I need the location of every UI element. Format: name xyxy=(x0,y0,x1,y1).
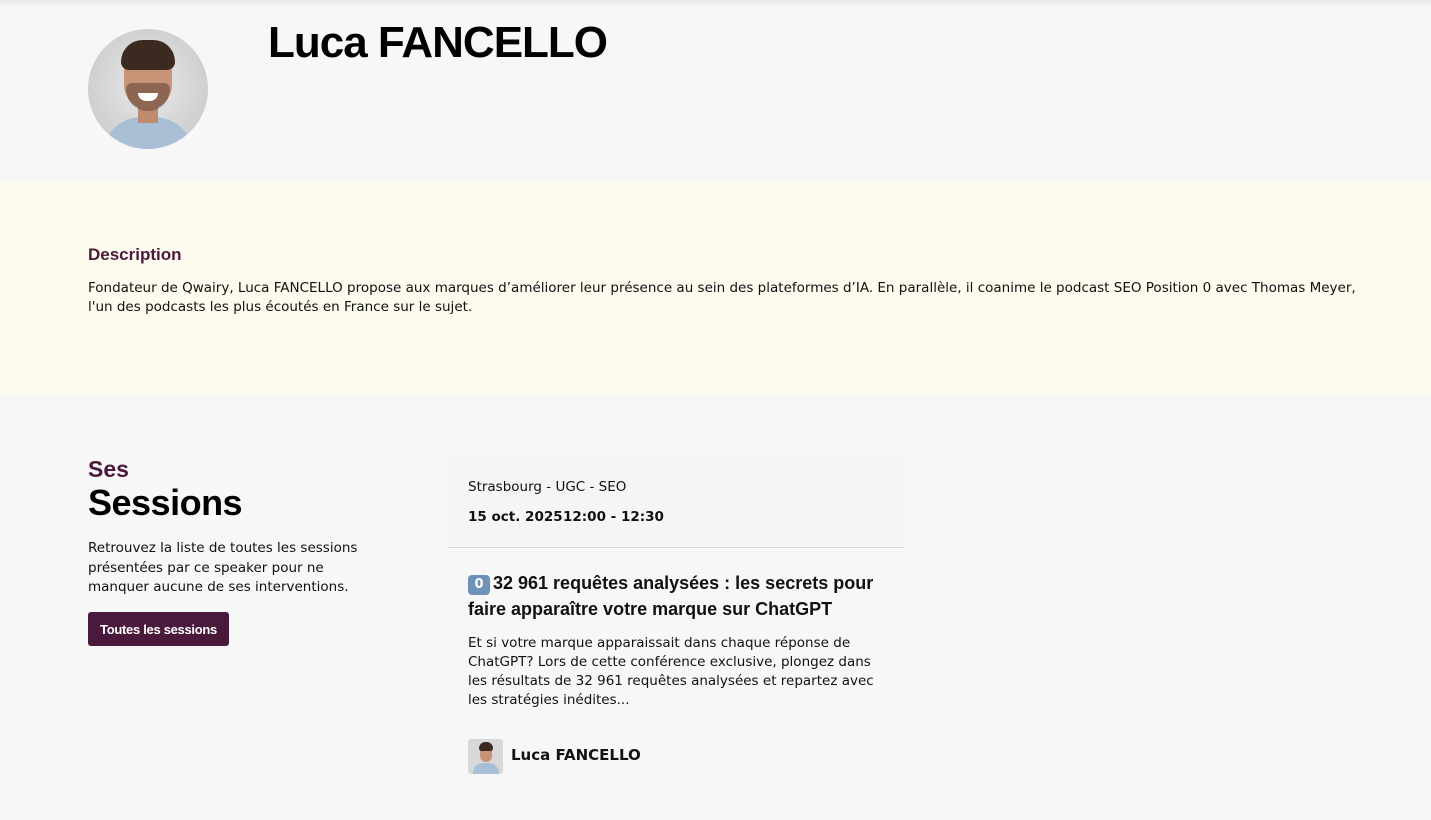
description-section: Description Fondateur de Qwairy, Luca FA… xyxy=(0,181,1431,394)
session-location: Strasbourg - UGC - SEO xyxy=(468,479,627,495)
session-time: 12:00 - 12:30 xyxy=(563,509,664,525)
session-title-text: 32 961 requêtes analysées : les secrets … xyxy=(468,573,874,619)
session-description: Et si votre marque apparaissait dans cha… xyxy=(468,635,874,708)
mini-avatar-shirt xyxy=(473,763,499,774)
keycap-zero-icon: 0 xyxy=(468,575,490,595)
sessions-intro-text: Retrouvez la liste de toutes les session… xyxy=(88,540,358,595)
session-speaker-avatar[interactable] xyxy=(468,739,503,774)
speaker-avatar xyxy=(88,29,208,149)
session-date: 15 oct. 2025 xyxy=(468,509,563,525)
top-shadow xyxy=(0,0,1431,6)
session-title[interactable]: 0 32 961 requêtes analysées : les secrets… xyxy=(468,570,898,622)
speaker-header: Luca FANCELLO xyxy=(0,0,1431,180)
session-card-header[interactable]: Strasbourg - UGC - SEO 15 oct. 2025 12:0… xyxy=(448,458,904,548)
sessions-title: Sessions xyxy=(88,482,243,523)
session-speaker-name[interactable]: Luca FANCELLO xyxy=(511,746,641,764)
speaker-name: Luca FANCELLO xyxy=(268,18,608,67)
description-title: Description xyxy=(88,245,182,264)
description-text: Fondateur de Qwairy, Luca FANCELLO propo… xyxy=(88,280,1356,315)
mini-avatar-hair xyxy=(479,742,493,751)
sessions-kicker: Ses xyxy=(88,456,129,482)
avatar-hair xyxy=(121,40,175,70)
all-sessions-button[interactable]: Toutes les sessions xyxy=(88,612,229,646)
